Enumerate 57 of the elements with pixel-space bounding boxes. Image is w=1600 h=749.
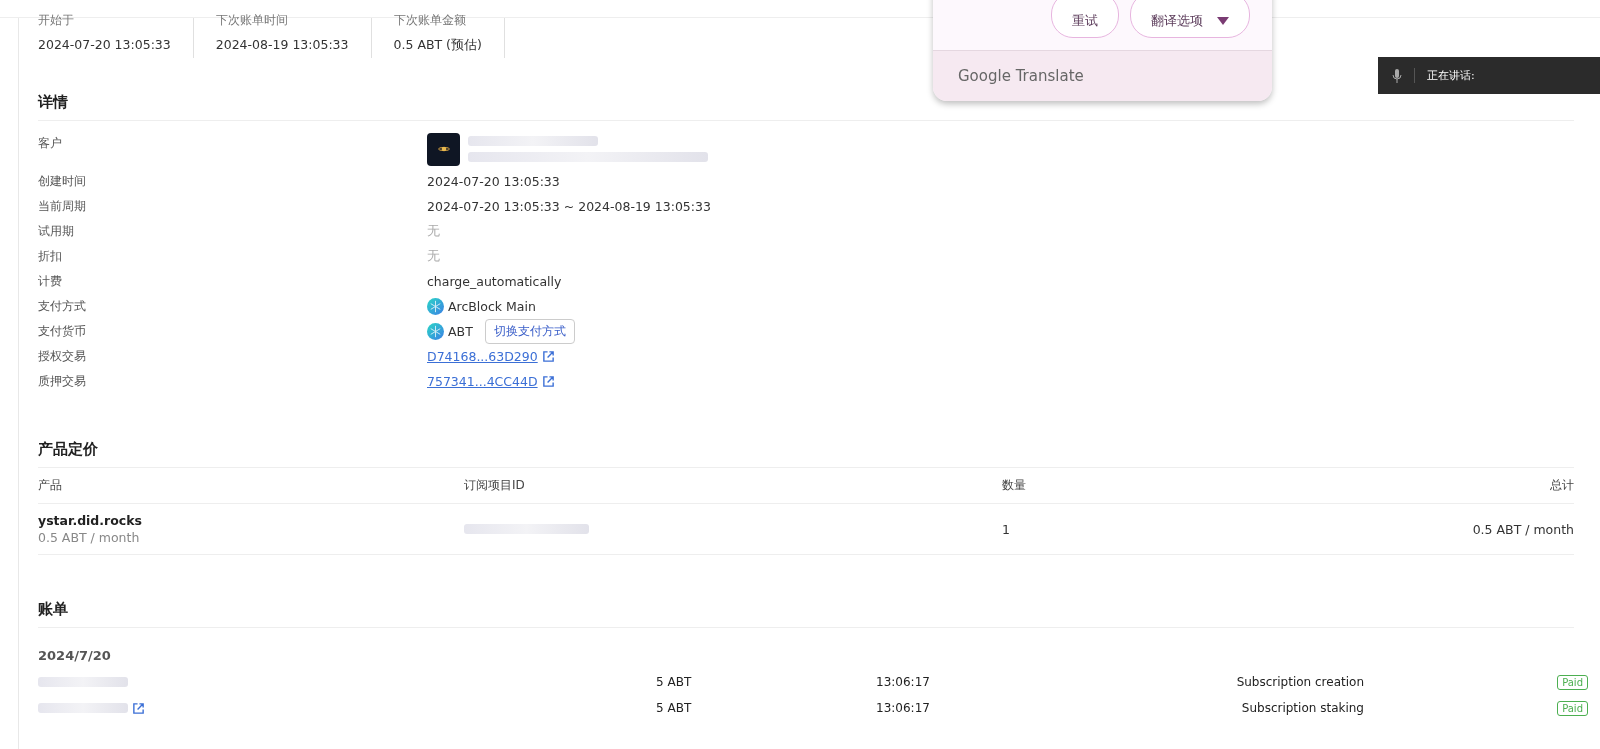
stat-label: 开始于 [38, 12, 75, 29]
detail-label: 支付方式 [38, 298, 87, 315]
stat-value: 2024-07-20 13:05:33 [38, 37, 171, 52]
column-header: 产品 [38, 468, 464, 504]
microphone-icon [1392, 68, 1402, 83]
detail-value: 无 [427, 248, 441, 265]
detail-value: 2024-07-20 13:05:33 [427, 174, 561, 189]
invoice-date: 2024/7/20 [38, 648, 112, 663]
table-cell: 1 [1002, 521, 1010, 537]
speech-label: 正在讲话: [1414, 68, 1475, 83]
product-name: ystar.did.rocks [38, 513, 142, 528]
status-badge: Paid [1557, 674, 1588, 690]
detail-label: 计费 [38, 273, 63, 290]
invoice-time: 13:06:17 [876, 675, 931, 689]
switch-payment-button[interactable]: 切换支付方式 [484, 319, 575, 344]
section-heading: 账单 [38, 591, 1574, 628]
translate-button[interactable]: 翻译选项 [1130, 0, 1250, 38]
detail-value: charge_automatically [427, 274, 563, 289]
invoice-amount: 5 ABT [656, 675, 693, 689]
detail-value: 无 [427, 223, 441, 240]
invoice-description: Subscription creation [1235, 675, 1364, 689]
external-link-icon[interactable] [132, 701, 145, 715]
translate-brand: Google Translate [958, 67, 1084, 85]
planet-icon [437, 145, 450, 153]
detail-label: 支付货币 [38, 323, 87, 340]
detail-value: ABT [448, 324, 473, 339]
detail-label: 创建时间 [38, 173, 87, 190]
detail-value: ArcBlock Main [448, 299, 536, 314]
stat-value: 0.5 ABT (预估) [393, 37, 482, 54]
translate-button[interactable]: 重试 [1051, 0, 1119, 38]
status-badge: Paid [1557, 700, 1588, 716]
column-header: 订阅项目ID [464, 468, 1002, 504]
detail-value: 2024-07-20 13:05:33 ~ 2024-08-19 13:05:33 [427, 199, 712, 214]
column-header: 总计 [1374, 468, 1574, 504]
product-price: 0.5 ABT / month [38, 530, 140, 545]
detail-label: 当前周期 [38, 198, 87, 215]
detail-label: 授权交易 [38, 348, 87, 365]
external-link-icon[interactable] [541, 350, 555, 363]
invoice-time: 13:06:17 [876, 701, 931, 715]
invoice-amount: 5 ABT [656, 701, 693, 715]
token-icon [427, 323, 444, 340]
external-link-icon[interactable] [541, 375, 555, 388]
section-heading: 产品定价 [38, 431, 1574, 468]
stat-label: 下次账单时间 [215, 12, 289, 29]
detail-label: 客户 [38, 135, 63, 152]
stat-value: 2024-08-19 13:05:33 [215, 37, 349, 52]
transaction-link[interactable]: D74168...63D290 [427, 349, 538, 364]
column-header: 数量 [1002, 468, 1374, 504]
invoice-description: Subscription staking [1240, 701, 1364, 715]
detail-label: 折扣 [38, 248, 63, 265]
caret-icon [1217, 17, 1229, 25]
stat-label: 下次账单金额 [393, 12, 467, 29]
transaction-link[interactable]: 757341...4CC44D [427, 374, 538, 389]
detail-label: 质押交易 [38, 373, 87, 390]
table-cell: 0.5 ABT / month [1472, 521, 1574, 537]
detail-label: 试用期 [38, 223, 75, 240]
token-icon [427, 298, 444, 315]
